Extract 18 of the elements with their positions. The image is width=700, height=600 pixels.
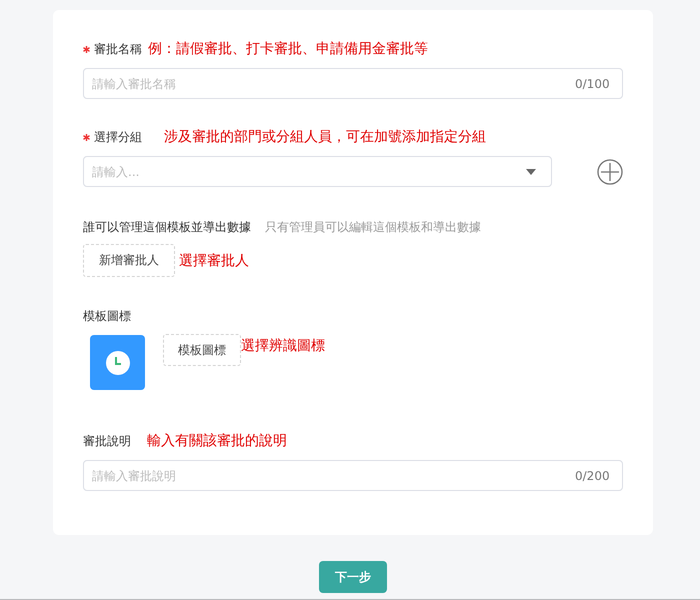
template-icon-button[interactable]: 模板圖標 — [163, 334, 241, 366]
annotation-text: 選擇審批人 — [179, 252, 249, 270]
character-counter: 0/200 — [575, 468, 610, 482]
field-label: 選擇分組 — [94, 128, 142, 146]
select-field[interactable]: 請輸入... — [83, 156, 552, 187]
hint-text: 只有管理員可以編輯這個模板和導出數據 — [265, 218, 481, 236]
character-counter: 0/100 — [575, 76, 610, 90]
field-label: 模板圖標 — [83, 308, 131, 324]
annotation-text: 涉及審批的部門或分組人員，可在加號添加指定分組 — [164, 128, 486, 146]
clock-icon — [90, 335, 145, 390]
field-label: 審批名稱 — [94, 40, 142, 58]
field-label: 審批說明 — [83, 432, 131, 450]
add-approver-button[interactable]: 新增審批人 — [83, 244, 175, 277]
annotation-text: 選擇辨識圖標 — [241, 337, 325, 355]
add-icon[interactable] — [597, 158, 623, 184]
field-label: 誰可以管理這個模板並導出數據 — [83, 218, 251, 236]
annotation-text: 輸入有關該審批的說明 — [147, 432, 287, 450]
annotation-text: 例：請假審批、打卡審批、申請備用金審批等 — [148, 40, 428, 58]
